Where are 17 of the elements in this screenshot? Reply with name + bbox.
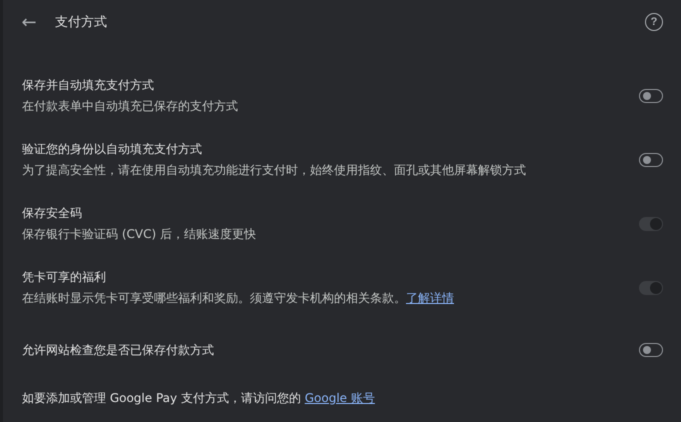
setting-description: 在付款表单中自动填充已保存的支付方式	[22, 98, 239, 115]
setting-title: 保存并自动填充支付方式	[22, 77, 155, 94]
toggle-switch[interactable]	[639, 343, 663, 357]
footer-text: 如要添加或管理 Google Pay 支付方式，请访问您的 Google 账号	[21, 390, 376, 407]
setting-description: 为了提高安全性，请在使用自动填充功能进行支付时，始终使用指纹、面孔或其他屏幕解锁方式	[22, 162, 527, 179]
page-title: 支付方式	[55, 14, 107, 31]
account-link[interactable]: Google 账号	[304, 391, 375, 405]
setting-title: 保存安全码	[22, 205, 83, 222]
toggle-switch[interactable]	[639, 89, 663, 103]
toggle-switch[interactable]	[639, 153, 663, 167]
help-button[interactable]: ?	[645, 13, 663, 31]
setting-title: 允许网站检查您是否已保存付款方式	[22, 342, 215, 358]
setting-description: 在结账时显示凭卡可享受哪些福利和奖励。须遵守发卡机构的相关条款。了解详情	[22, 290, 455, 307]
setting-description: 保存银行卡验证码 (CVC) 后，结账速度更快	[22, 226, 257, 243]
setting-title: 验证您的身份以自动填充支付方式	[22, 141, 203, 158]
setting-title: 凭卡可享的福利	[22, 269, 107, 286]
back-button[interactable]: ←	[17, 12, 41, 32]
